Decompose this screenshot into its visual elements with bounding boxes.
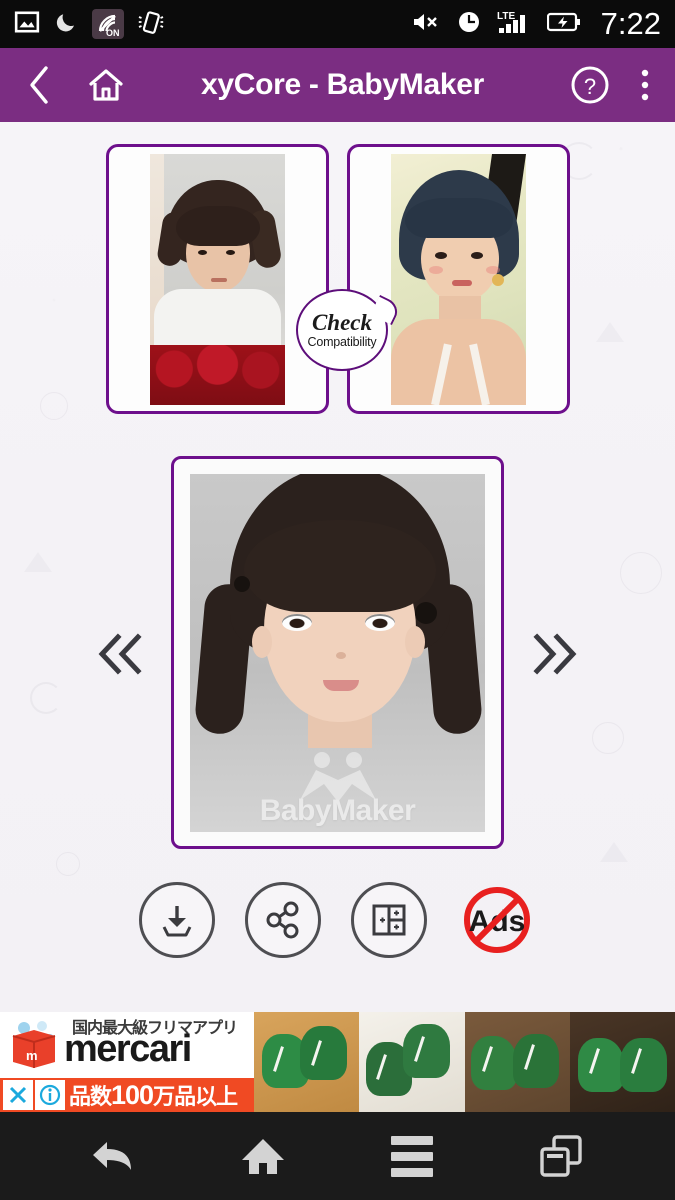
mother-photo-card[interactable] — [346, 144, 570, 414]
decor-triangle — [24, 552, 52, 572]
alarm-icon — [457, 10, 481, 39]
battery-charging-icon — [546, 11, 581, 38]
status-bar-clock: 7:22 — [600, 6, 661, 41]
home-button[interactable] — [84, 63, 128, 107]
app-bar: xyCore - BabyMaker ? — [0, 48, 675, 122]
ad-close-icon[interactable] — [3, 1080, 33, 1110]
hamburger-icon — [390, 1135, 433, 1177]
action-buttons-row: Ads — [0, 880, 675, 960]
baby-photo: BabyMaker — [190, 474, 485, 832]
ad-brand-area: m 国内最大級フリマアプリ mercari 品数100万品以上 — [0, 1012, 254, 1112]
next-result-button[interactable] — [520, 619, 590, 689]
svg-text:ON: ON — [106, 28, 120, 37]
system-navigation-bar — [0, 1112, 675, 1200]
ad-footer-bar: 品数100万品以上 — [0, 1078, 254, 1112]
ad-product-images — [254, 1012, 675, 1112]
back-button[interactable] — [22, 62, 56, 108]
baby-result-card[interactable]: BabyMaker — [171, 456, 504, 849]
svg-text:?: ? — [584, 74, 596, 99]
moon-icon — [54, 10, 78, 39]
lte-signal-icon: LTE — [497, 9, 531, 40]
overflow-menu-button[interactable] — [639, 63, 651, 107]
ad-product-image — [569, 1012, 675, 1112]
mercari-box-icon: m — [8, 1018, 60, 1070]
nav-menu-button[interactable] — [370, 1126, 454, 1186]
ad-info-icon[interactable] — [35, 1080, 65, 1110]
check-compatibility-badge[interactable]: Check Compatibility — [296, 289, 388, 371]
status-bar-left-icons: ON — [14, 9, 164, 40]
download-button[interactable] — [138, 882, 215, 958]
app-title-container: xyCore - BabyMaker — [128, 68, 567, 102]
decor-circle — [592, 722, 624, 754]
decor-circle — [56, 852, 80, 876]
phone-screen: ON LTE 7:22 xyCore - BabyMaker ? Check C… — [0, 0, 675, 1200]
ad-footer-prefix: 品数 — [69, 1084, 112, 1109]
svg-text:LTE: LTE — [497, 11, 515, 22]
ad-footer-number: 100 — [111, 1080, 154, 1110]
nav-recents-button[interactable] — [519, 1126, 603, 1186]
help-button[interactable]: ? — [567, 62, 613, 108]
ad-product-image — [359, 1012, 465, 1112]
ad-footer-text: 品数100万品以上 — [69, 1079, 238, 1111]
main-content: Check Compatibility BabyMaker — [0, 122, 675, 1012]
nav-back-button[interactable] — [72, 1126, 156, 1186]
parent-photos-row — [0, 144, 675, 414]
mother-photo — [390, 153, 526, 405]
ad-brand-name: mercari — [64, 1028, 192, 1070]
svg-text:m: m — [26, 1048, 38, 1063]
decor-spiral — [30, 682, 62, 714]
vibrate-icon — [138, 9, 164, 40]
ad-footer-suffix: 万品以上 — [153, 1084, 238, 1109]
ad-banner[interactable]: m 国内最大級フリマアプリ mercari 品数100万品以上 — [0, 1012, 675, 1112]
check-compatibility-subtitle: Compatibility — [307, 335, 377, 350]
mute-icon — [411, 10, 441, 39]
nav-home-button[interactable] — [221, 1126, 305, 1186]
father-photo — [149, 153, 285, 405]
check-compatibility-title: Check — [311, 310, 373, 336]
decor-circle — [620, 552, 662, 594]
decor-triangle — [600, 842, 628, 862]
page-title: xyCore - BabyMaker — [200, 68, 485, 101]
ad-product-image — [254, 1012, 360, 1112]
collage-button[interactable] — [350, 882, 427, 958]
no-ads-button[interactable]: Ads — [457, 880, 537, 960]
photo-icon — [14, 9, 40, 40]
share-button[interactable] — [244, 882, 321, 958]
status-bar-right-icons: LTE 7:22 — [411, 6, 661, 42]
previous-result-button[interactable] — [85, 619, 155, 689]
status-bar: ON LTE 7:22 — [0, 0, 675, 48]
father-photo-card[interactable] — [105, 144, 329, 414]
ad-product-image — [464, 1012, 570, 1112]
call-on-icon: ON — [92, 9, 124, 39]
